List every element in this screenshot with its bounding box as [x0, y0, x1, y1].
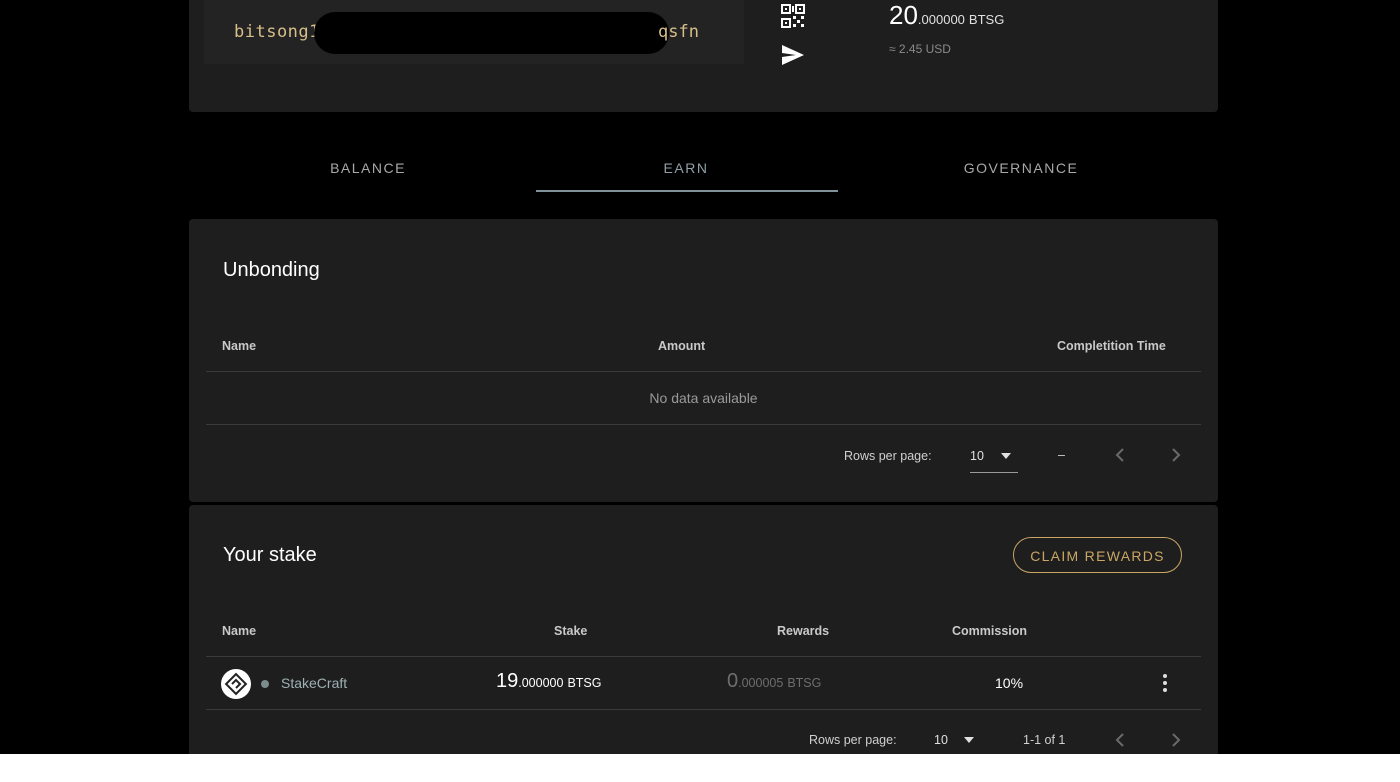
address-suffix: qsfn — [658, 22, 699, 42]
rows-per-page-value: 10 — [934, 733, 948, 747]
tab-active-indicator — [536, 190, 838, 192]
address-prefix: bitsong1 — [234, 22, 320, 42]
page-range: – — [1058, 448, 1065, 462]
tab-earn[interactable]: EARN — [536, 150, 836, 192]
status-dot — [261, 680, 269, 688]
stake-unit: BTSG — [567, 676, 602, 690]
next-page-button[interactable] — [1165, 445, 1185, 465]
balance-int: 20 — [889, 0, 918, 30]
prev-page-button[interactable] — [1111, 445, 1131, 465]
select-underline — [970, 472, 1018, 473]
stake-col-commission[interactable]: Commission — [952, 624, 1027, 638]
divider — [206, 709, 1201, 710]
stake-card: Your stake CLAIM REWARDS Name Stake Rewa… — [189, 505, 1218, 754]
avatar — [221, 669, 251, 699]
validator-name[interactable]: StakeCraft — [281, 675, 347, 691]
chevron-right-icon — [1172, 448, 1181, 462]
rows-per-page-select[interactable]: 10 — [934, 733, 982, 753]
rewards-int: 0 — [727, 670, 739, 692]
rows-per-page-select[interactable]: 10 — [970, 449, 1018, 469]
qr-code-icon[interactable] — [781, 4, 805, 28]
stakecraft-logo-icon — [224, 672, 248, 696]
tab-balance[interactable]: BALANCE — [218, 150, 518, 192]
account-card: bitsong1 qsfn 20.000000 BTSG ≈ 2.45 USD — [189, 0, 1218, 112]
tab-governance[interactable]: GOVERNANCE — [870, 150, 1172, 192]
chevron-down-icon — [964, 737, 974, 743]
chevron-right-icon — [1172, 733, 1181, 747]
balance-usd: ≈ 2.45 USD — [889, 42, 951, 56]
stake-col-stake[interactable]: Stake — [554, 624, 587, 638]
next-page-button[interactable] — [1165, 730, 1185, 750]
more-vert-icon[interactable] — [1161, 672, 1169, 694]
address-redaction — [314, 12, 669, 54]
unbonding-col-amount[interactable]: Amount — [658, 339, 705, 353]
unbonding-col-completion[interactable]: Completition Time — [1057, 339, 1166, 353]
chevron-down-icon — [1001, 453, 1011, 459]
address-box[interactable]: bitsong1 qsfn — [204, 0, 744, 64]
unbonding-card: Unbonding Name Amount Completition Time … — [189, 219, 1218, 502]
rewards-dec: .000005 — [738, 676, 784, 690]
claim-rewards-button[interactable]: CLAIM REWARDS — [1013, 537, 1182, 573]
unbonding-col-name[interactable]: Name — [222, 339, 256, 353]
divider — [206, 656, 1201, 657]
balance-amount: 20.000000 BTSG — [889, 0, 1004, 31]
tab-balance-label: BALANCE — [330, 160, 406, 176]
divider — [206, 424, 1201, 425]
stake-title: Your stake — [223, 544, 317, 566]
stake-col-rewards[interactable]: Rewards — [777, 624, 829, 638]
rows-per-page-label: Rows per page: — [809, 733, 897, 747]
stake-col-name[interactable]: Name — [222, 624, 256, 638]
empty-message: No data available — [649, 390, 758, 406]
tab-earn-label: EARN — [663, 160, 709, 176]
stake-amount: 19.000000 BTSG — [496, 670, 601, 693]
bottom-strip — [0, 754, 1400, 782]
rewards-amount: 0.000005 BTSG — [727, 670, 821, 693]
chevron-left-icon — [1115, 448, 1124, 462]
commission-value: 10% — [995, 675, 1024, 691]
rows-per-page-value: 10 — [970, 449, 984, 463]
stake-dec: .000000 — [518, 676, 564, 690]
tab-governance-label: GOVERNANCE — [963, 160, 1079, 176]
balance-dec: .000000 — [917, 12, 965, 27]
rows-per-page-label: Rows per page: — [844, 449, 932, 463]
balance-unit: BTSG — [968, 12, 1005, 27]
chevron-left-icon — [1115, 733, 1124, 747]
unbonding-title: Unbonding — [223, 259, 320, 281]
rewards-unit: BTSG — [787, 676, 822, 690]
prev-page-button[interactable] — [1111, 730, 1131, 750]
send-icon[interactable] — [781, 44, 805, 66]
divider — [206, 371, 1201, 372]
stake-int: 19 — [496, 670, 519, 692]
page-range: 1-1 of 1 — [1023, 733, 1066, 747]
